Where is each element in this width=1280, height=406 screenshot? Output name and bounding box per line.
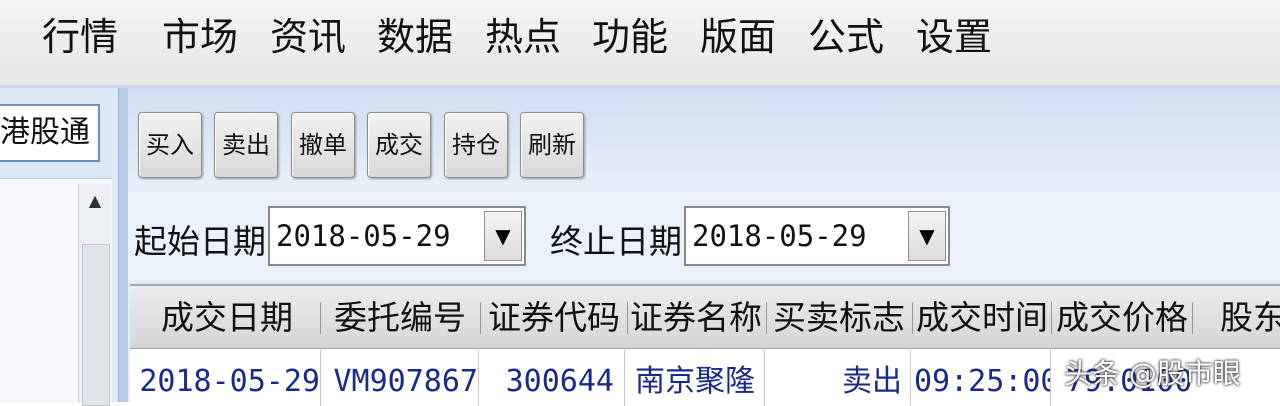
menu-item-hotspot[interactable]: 热点 [485, 13, 561, 61]
column-header-trade-date[interactable]: 成交日期 [138, 286, 316, 348]
menu-item-data[interactable]: 数据 [377, 13, 453, 61]
watermark: 头条 @股市眼 [1064, 357, 1241, 390]
end-date-value: 2018-05-29 [692, 219, 867, 253]
menu-item-formula[interactable]: 公式 [808, 13, 884, 61]
start-date-value: 2018-05-29 [276, 219, 451, 253]
scroll-up-arrow-icon[interactable]: ▲ [79, 184, 111, 218]
column-divider [320, 302, 321, 334]
start-date-dropdown-icon[interactable]: ▼ [484, 211, 522, 261]
trade-toolbar: 买入 卖出 撤单 成交 持仓 刷新 [128, 88, 1280, 192]
menu-item-news[interactable]: 资讯 [270, 13, 346, 61]
sell-button[interactable]: 卖出 [214, 112, 278, 178]
hk-connect-tab[interactable]: 港股通 [0, 104, 100, 162]
start-date-picker[interactable]: 2018-05-29 ▼ [268, 206, 526, 266]
cell-security-name: 南京聚隆 [626, 350, 765, 406]
date-filter-row: 起始日期: 2018-05-29 ▼ 终止日期: 2018-05-29 ▼ [128, 192, 1280, 280]
column-divider [480, 302, 481, 334]
left-panel: 港股通 ▲ [0, 88, 118, 406]
column-divider [766, 302, 767, 334]
positions-button[interactable]: 持仓 [444, 112, 508, 178]
column-header-shareholder[interactable]: 股东 [1220, 286, 1280, 348]
menu-item-quotes[interactable]: 行情 [42, 13, 118, 61]
column-header-trade-price[interactable]: 成交价格 [1052, 286, 1192, 348]
column-header-security-name[interactable]: 证券名称 [628, 286, 764, 348]
menu-item-market[interactable]: 市场 [162, 13, 238, 61]
cancel-order-button[interactable]: 撤单 [291, 112, 355, 178]
scroll-thumb[interactable] [82, 244, 110, 406]
column-header-security-code[interactable]: 证券代码 [482, 286, 626, 348]
cell-order-id: VM907867 [322, 350, 479, 406]
column-header-order-id[interactable]: 委托编号 [322, 286, 478, 348]
buy-button[interactable]: 买入 [138, 112, 202, 178]
cell-trade-time: 09:25:00 [914, 350, 1051, 406]
column-divider [1192, 302, 1193, 334]
filled-orders-button[interactable]: 成交 [367, 112, 431, 178]
start-date-label: 起始日期: [134, 222, 278, 261]
cell-security-code: 300644 [480, 350, 625, 406]
cell-buy-sell: 卖出 [766, 350, 911, 406]
menu-item-layout[interactable]: 版面 [700, 13, 776, 61]
end-date-label: 终止日期: [550, 222, 694, 261]
end-date-picker[interactable]: 2018-05-29 ▼ [684, 206, 950, 266]
table-header: 成交日期 委托编号 证券代码 证券名称 买卖标志 成交时间 成交价格 股东 [130, 286, 1280, 349]
left-scrollbar[interactable]: ▲ [78, 184, 111, 406]
menu-item-functions[interactable]: 功能 [592, 13, 668, 61]
cell-trade-date: 2018-05-29 [130, 350, 321, 406]
end-date-dropdown-icon[interactable]: ▼ [908, 211, 946, 261]
refresh-button[interactable]: 刷新 [520, 112, 584, 178]
column-header-trade-time[interactable]: 成交时间 [914, 286, 1050, 348]
menu-bar: 行情 市场 资讯 数据 热点 功能 版面 公式 设置 [0, 0, 1280, 89]
column-divider [912, 302, 913, 334]
menu-item-settings[interactable]: 设置 [916, 13, 992, 61]
column-header-buy-sell[interactable]: 买卖标志 [768, 286, 910, 348]
